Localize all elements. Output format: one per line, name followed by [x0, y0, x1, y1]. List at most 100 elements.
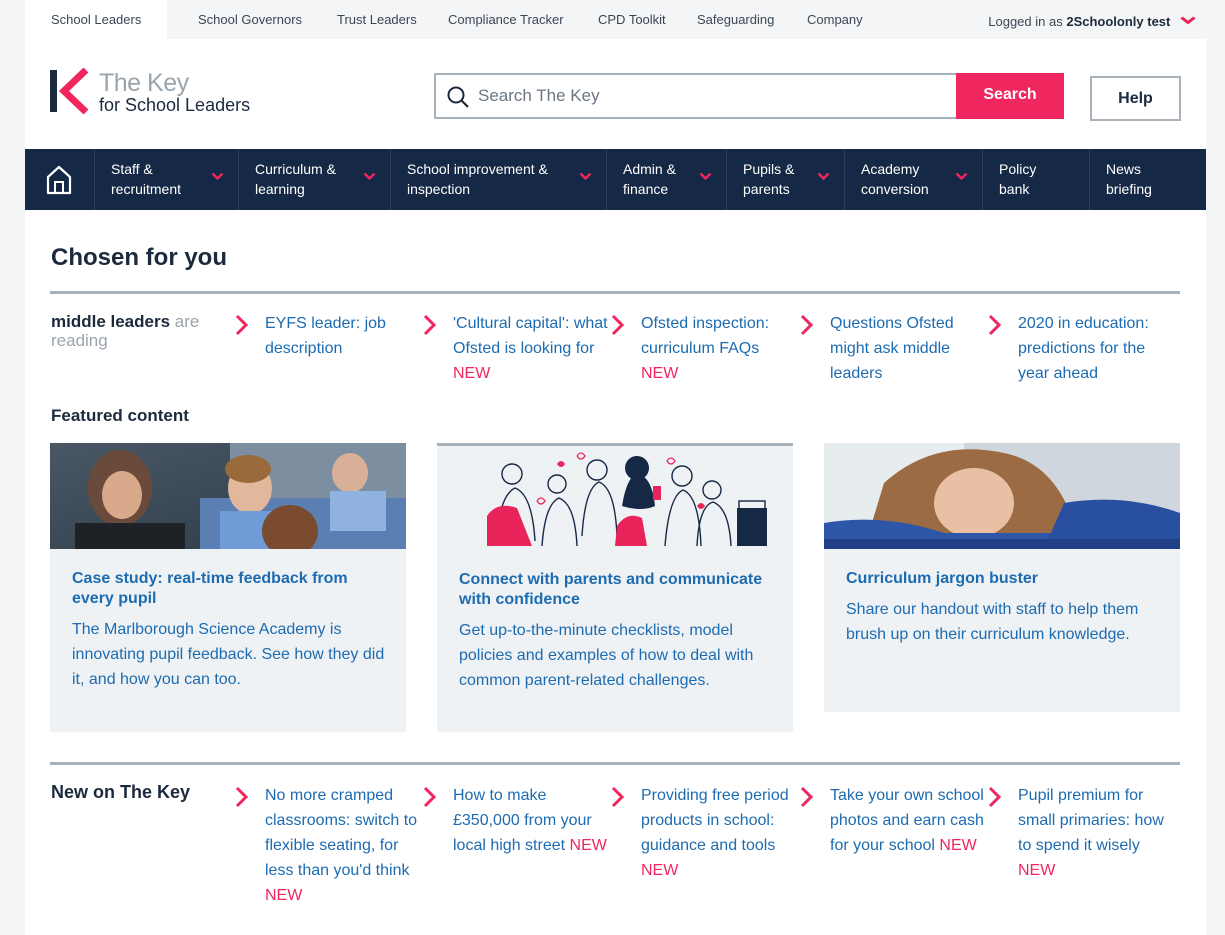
nav-school-improvement[interactable]: School improvement & inspection: [391, 149, 607, 210]
nav-home[interactable]: [25, 149, 95, 210]
chevron-right-icon: [611, 314, 625, 336]
chevron-right-icon: [235, 786, 249, 808]
home-icon: [46, 165, 72, 195]
nav-label: Admin & finance: [623, 159, 676, 199]
chosen-heading: Chosen for you: [51, 244, 228, 271]
new-badge: NEW: [569, 837, 607, 854]
chevron-right-icon: [611, 786, 625, 808]
chosen-link[interactable]: 'Cultural capital': what Ofsted is looki…: [423, 311, 611, 386]
chevron-right-icon: [423, 314, 437, 336]
chosen-link[interactable]: Questions Ofsted might ask middle leader…: [800, 311, 988, 386]
chevron-down-icon: [699, 172, 712, 181]
featured-card[interactable]: Case study: real-time feedback from ever…: [50, 443, 406, 732]
nav-label-line2: conversion: [861, 181, 929, 197]
card-image: [50, 443, 406, 549]
chevron-right-icon: [988, 314, 1002, 336]
chevron-right-icon: [423, 786, 437, 808]
new-link[interactable]: Take your own school photos and earn cas…: [800, 783, 988, 858]
nav-label-line1: News: [1106, 161, 1142, 177]
audience-name: middle leaders: [51, 312, 171, 331]
nav-label-line2: learning: [255, 181, 305, 197]
tab-cpd-toolkit[interactable]: CPD Toolkit: [598, 0, 666, 39]
card-title: Curriculum jargon buster: [846, 570, 1039, 587]
nav-label: School improvement & inspection: [407, 159, 548, 199]
nav-curriculum-learning[interactable]: Curriculum & learning: [239, 149, 391, 210]
chevron-down-icon: [211, 172, 224, 181]
main-nav: Staff & recruitment Curriculum & learning …: [25, 149, 1206, 210]
chosen-link[interactable]: Ofsted inspection: curriculum FAQs NEW: [611, 311, 799, 386]
nav-academy-conversion[interactable]: Academy conversion: [845, 149, 983, 210]
card-title: Connect with parents and communicate wit…: [459, 571, 763, 608]
tab-company[interactable]: Company: [807, 0, 863, 39]
nav-label-line1: Pupils &: [743, 161, 795, 177]
nav-label-line1: Curriculum &: [255, 161, 336, 177]
new-link[interactable]: Providing free period products in school…: [611, 783, 799, 883]
site-logo[interactable]: The Key for School Leaders: [50, 68, 290, 118]
link-text: No more cramped classrooms: switch to fl…: [265, 787, 418, 879]
page: School Leaders School Governors Trust Le…: [25, 0, 1206, 935]
card-description: Get up-to-the-minute checklists, model p…: [459, 622, 754, 689]
tab-compliance-tracker[interactable]: Compliance Tracker: [448, 0, 564, 39]
nav-label-line1: School improvement &: [407, 161, 548, 177]
help-button[interactable]: Help: [1090, 76, 1181, 121]
card-image: [824, 443, 1180, 549]
search-button[interactable]: Search: [956, 73, 1064, 119]
featured-card[interactable]: Connect with parents and communicate wit…: [437, 443, 793, 732]
nav-news-briefing[interactable]: News briefing: [1090, 149, 1206, 210]
nav-label: Staff & recruitment: [111, 159, 181, 199]
nav-label-line1: Policy: [999, 161, 1037, 177]
tab-school-leaders[interactable]: School Leaders: [25, 0, 168, 39]
tab-school-governors[interactable]: School Governors: [198, 0, 302, 39]
chevron-right-icon: [988, 786, 1002, 808]
nav-label: Pupils & parents: [743, 159, 794, 199]
new-badge: NEW: [265, 887, 303, 904]
nav-label-line1: Staff &: [111, 161, 153, 177]
account-menu[interactable]: Logged in as 2Schoolonly test: [988, 0, 1196, 42]
nav-pupils-parents[interactable]: Pupils & parents: [727, 149, 845, 210]
nav-label: News briefing: [1106, 159, 1152, 199]
tab-safeguarding[interactable]: Safeguarding: [697, 0, 774, 39]
nav-label: Academy conversion: [861, 159, 929, 199]
card-description: Share our handout with staff to help the…: [846, 601, 1139, 643]
new-on-heading: New on The Key: [51, 782, 191, 802]
nav-staff-recruitment[interactable]: Staff & recruitment: [95, 149, 239, 210]
featured-card[interactable]: Curriculum jargon buster Share our hando…: [824, 443, 1180, 712]
link-text: Ofsted inspection: curriculum FAQs: [641, 315, 770, 357]
logo-title: The Key: [99, 69, 189, 97]
nav-label-line1: Academy: [861, 161, 920, 177]
chosen-link[interactable]: 2020 in education: predictions for the y…: [988, 311, 1174, 386]
nav-admin-finance[interactable]: Admin & finance: [607, 149, 727, 210]
link-text: Questions Ofsted might ask middle leader…: [830, 315, 954, 382]
nav-label: Policy bank: [999, 159, 1036, 199]
chevron-right-icon: [800, 786, 814, 808]
chevron-down-icon: [817, 172, 830, 181]
nav-label-line2: recruitment: [111, 181, 182, 197]
new-badge: NEW: [453, 365, 491, 382]
nav-label-line2: inspection: [407, 181, 471, 197]
nav-label-line2: bank: [999, 181, 1030, 197]
search-icon: [447, 86, 469, 108]
featured-heading: Featured content: [51, 406, 189, 425]
link-text: Pupil premium for small primaries: how t…: [1018, 787, 1164, 854]
nav-policy-bank[interactable]: Policy bank: [983, 149, 1090, 210]
chosen-link[interactable]: EYFS leader: job description: [235, 311, 423, 361]
new-link[interactable]: How to make £350,000 from your local hig…: [423, 783, 611, 858]
chevron-down-icon: [363, 172, 376, 181]
chevron-down-icon: [955, 172, 968, 181]
new-link[interactable]: No more cramped classrooms: switch to fl…: [235, 783, 423, 908]
nav-label-line1: Admin &: [623, 161, 676, 177]
new-badge: NEW: [939, 837, 977, 854]
tab-trust-leaders[interactable]: Trust Leaders: [337, 0, 417, 39]
divider: [50, 762, 1180, 765]
divider: [50, 291, 1180, 294]
card-body: Case study: real-time feedback from ever…: [50, 549, 406, 714]
search-input[interactable]: [478, 75, 948, 117]
login-user: 2Schoolonly test: [1066, 14, 1171, 29]
nav-label: Curriculum & learning: [255, 159, 336, 199]
nav-label-line2: briefing: [1106, 181, 1152, 197]
link-text: 'Cultural capital': what Ofsted is looki…: [453, 315, 608, 357]
new-link[interactable]: Pupil premium for small primaries: how t…: [988, 783, 1168, 883]
link-text: 2020 in education: predictions for the y…: [1018, 315, 1149, 382]
chevron-down-icon: [1180, 0, 1196, 42]
login-prefix: Logged in as: [988, 14, 1063, 29]
